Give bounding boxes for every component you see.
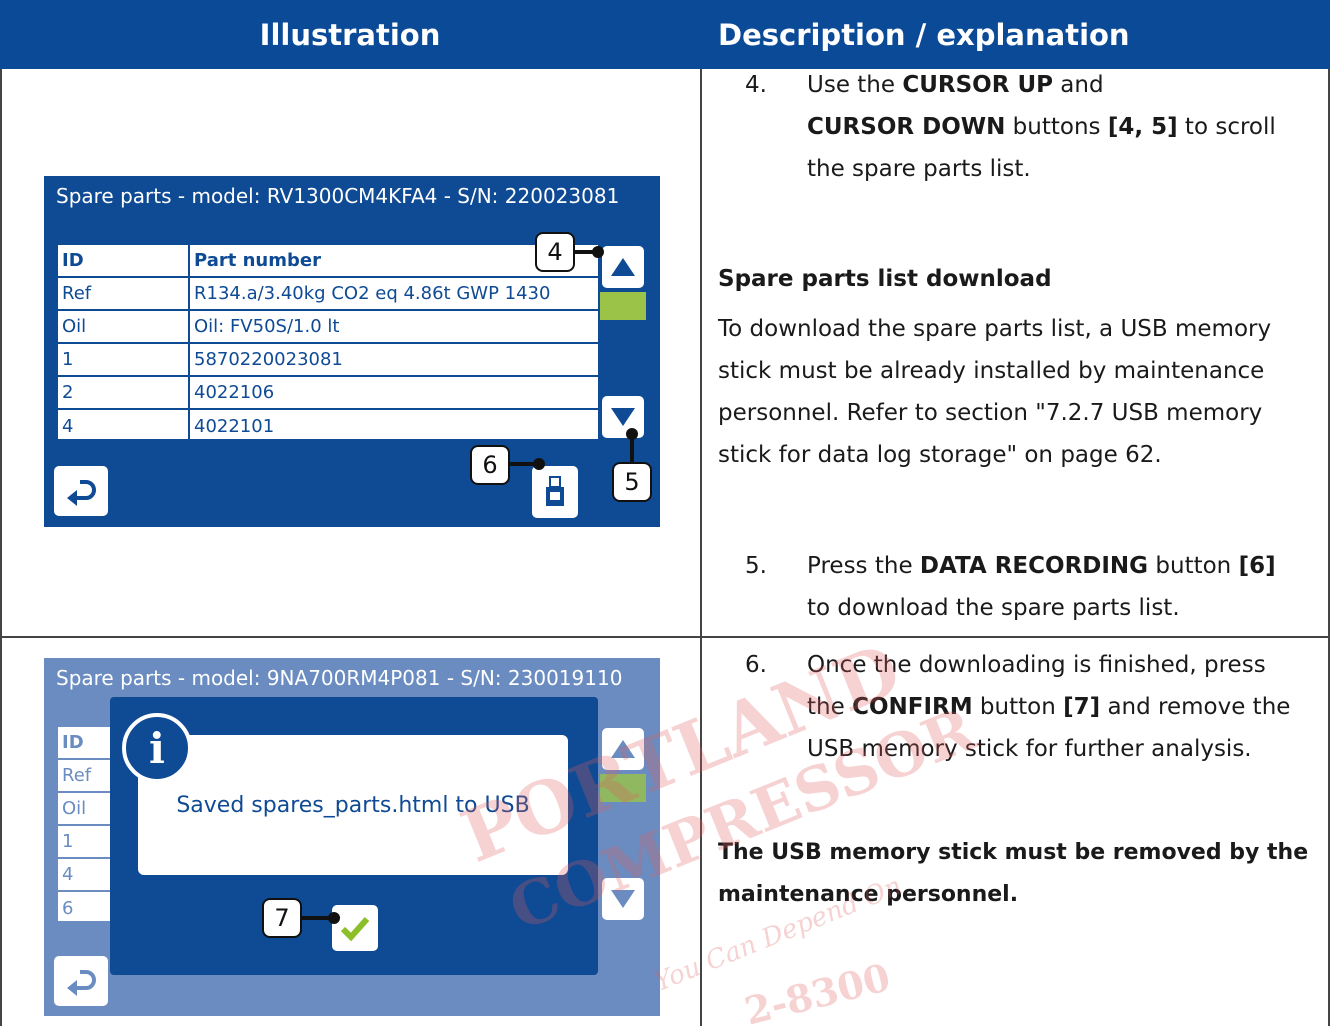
table-row[interactable]: 4 4022101 bbox=[58, 410, 598, 443]
usb-stick-icon bbox=[546, 476, 564, 506]
triangle-up-icon bbox=[611, 740, 635, 758]
scroll-position-indicator bbox=[600, 292, 646, 320]
cursor-up-button[interactable] bbox=[602, 246, 644, 288]
step-number: 5. bbox=[745, 553, 767, 579]
info-icon: i bbox=[122, 713, 192, 783]
callout-dot bbox=[328, 912, 340, 924]
table-column-divider bbox=[700, 69, 702, 1026]
table-header-row: ID Part number bbox=[58, 245, 598, 278]
table-row[interactable]: 2 4022106 bbox=[58, 377, 598, 410]
dialog-message: Saved spares_parts.html to USB bbox=[138, 735, 568, 875]
cursor-down-button bbox=[602, 878, 644, 920]
spare-parts-table: ID Part number Ref R134.a/3.40kg CO2 eq … bbox=[56, 243, 600, 441]
download-instructions: To download the spare parts list, a USB … bbox=[718, 316, 1272, 468]
row-id: 4 bbox=[62, 416, 74, 437]
callout-5: 5 bbox=[612, 462, 652, 502]
column-divider bbox=[188, 245, 190, 439]
step-4: 4. Use the CURSOR UP and CURSOR DOWN but… bbox=[745, 64, 1315, 194]
step-5: 5. Press the DATA RECORDING button [6] t… bbox=[745, 545, 1315, 635]
checkmark-icon bbox=[340, 917, 370, 941]
header-description: Description / explanation bbox=[700, 0, 1330, 69]
triangle-down-icon bbox=[611, 890, 635, 908]
back-button[interactable] bbox=[54, 466, 108, 516]
spare-parts-screen-1: Spare parts - model: RV1300CM4KFA4 - S/N… bbox=[44, 176, 660, 527]
column-part-number: Part number bbox=[194, 250, 321, 271]
step-6: 6. Once the downloading is finished, pre… bbox=[745, 644, 1315, 774]
watermark-line4: 2-8300 bbox=[740, 954, 895, 1026]
callout-6: 6 bbox=[470, 445, 510, 485]
row-part-number: 4022106 bbox=[194, 382, 275, 403]
callout-4: 4 bbox=[535, 232, 575, 272]
download-heading: Spare parts list download bbox=[718, 266, 1052, 292]
step-number: 4. bbox=[745, 72, 767, 98]
column-id: ID bbox=[62, 250, 84, 271]
triangle-up-icon bbox=[611, 258, 635, 276]
confirm-button[interactable] bbox=[332, 905, 378, 951]
row-id: 2 bbox=[62, 382, 74, 403]
row-id: Oil bbox=[62, 316, 87, 337]
screen-title: Spare parts - model: RV1300CM4KFA4 - S/N… bbox=[56, 184, 620, 208]
back-arrow-icon bbox=[67, 480, 96, 506]
screen-title: Spare parts - model: 9NA700RM4P081 - S/N… bbox=[56, 666, 623, 690]
callout-leader bbox=[630, 434, 634, 462]
callout-dot bbox=[592, 246, 604, 258]
back-arrow-icon bbox=[67, 970, 96, 996]
table-row[interactable]: 1 5870220023081 bbox=[58, 344, 598, 377]
table-border-left bbox=[0, 69, 2, 1026]
back-button bbox=[54, 956, 108, 1006]
table-row-divider bbox=[0, 636, 1330, 638]
row-id: 1 bbox=[62, 349, 74, 370]
triangle-down-icon bbox=[611, 408, 635, 426]
row-part-number: R134.a/3.40kg CO2 eq 4.86t GWP 1430 bbox=[194, 283, 551, 304]
scroll-position-indicator bbox=[600, 774, 646, 802]
table-row[interactable]: Oil Oil: FV50S/1.0 lt bbox=[58, 311, 598, 344]
step-text: Use the CURSOR UP and CURSOR DOWN button… bbox=[807, 72, 1276, 182]
removal-warning: The USB memory stick must be removed by … bbox=[718, 840, 1309, 907]
cursor-up-button bbox=[602, 728, 644, 770]
row-part-number: 5870220023081 bbox=[194, 349, 343, 370]
header-illustration: Illustration bbox=[0, 0, 700, 69]
callout-dot bbox=[533, 458, 545, 470]
row-part-number: Oil: FV50S/1.0 lt bbox=[194, 316, 340, 337]
row-id: Ref bbox=[62, 283, 92, 304]
table-row[interactable]: Ref R134.a/3.40kg CO2 eq 4.86t GWP 1430 bbox=[58, 278, 598, 311]
data-recording-button[interactable] bbox=[532, 466, 578, 518]
row-part-number: 4022101 bbox=[194, 416, 275, 437]
callout-7: 7 bbox=[262, 898, 302, 938]
step-text: Once the downloading is finished, press … bbox=[807, 652, 1291, 762]
step-text: Press the DATA RECORDING button [6] to d… bbox=[807, 553, 1276, 621]
step-number: 6. bbox=[745, 652, 767, 678]
manual-table: Illustration Description / explanation S… bbox=[0, 0, 1330, 1026]
